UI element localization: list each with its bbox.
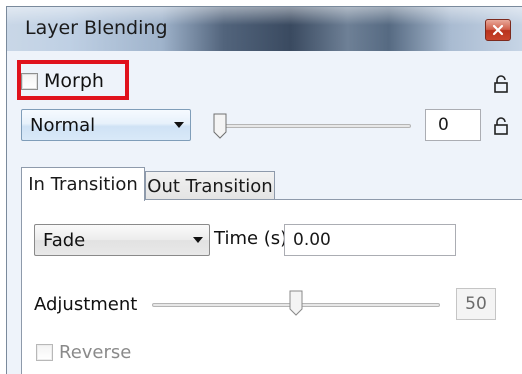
in-transition-panel: Fade Time (s) 0.00 Adjustment 50 Reverse: [21, 199, 522, 374]
lock-icon[interactable]: [493, 75, 509, 93]
reverse-label: Reverse: [59, 342, 132, 363]
transition-type-dropdown[interactable]: Fade: [34, 224, 210, 256]
close-button[interactable]: [485, 19, 511, 41]
opacity-slider-thumb[interactable]: [213, 113, 227, 139]
time-input[interactable]: 0.00: [284, 224, 456, 256]
time-value: 0.00: [293, 230, 331, 250]
chevron-down-icon: [168, 122, 190, 128]
tab-label: Out Transition: [147, 176, 273, 197]
blend-mode-value: Normal: [30, 114, 96, 136]
adjustment-label: Adjustment: [34, 294, 138, 315]
adjustment-slider-thumb[interactable]: [289, 290, 303, 316]
morph-checkbox[interactable]: [21, 72, 38, 90]
dialog-body: Morph Normal 0 In Transition Out Transit…: [7, 51, 522, 374]
adjustment-value-field: 50: [456, 288, 496, 320]
opacity-slider-track[interactable]: [215, 124, 411, 128]
layer-blending-window: Layer Blending Morph Normal 0 In Transit…: [6, 6, 522, 374]
morph-checkbox-row[interactable]: Morph: [21, 65, 104, 97]
reverse-checkbox-row: Reverse: [36, 342, 131, 363]
opacity-value: 0: [438, 115, 449, 135]
opacity-value-field[interactable]: 0: [425, 109, 481, 141]
blend-mode-dropdown[interactable]: Normal: [21, 109, 191, 141]
tab-out-transition[interactable]: Out Transition: [145, 171, 275, 201]
tab-in-transition[interactable]: In Transition: [21, 167, 145, 201]
adjustment-value: 50: [465, 294, 487, 314]
time-label: Time (s): [214, 228, 288, 249]
transition-type-value: Fade: [43, 229, 86, 251]
title-bar[interactable]: Layer Blending: [7, 7, 522, 51]
window-title: Layer Blending: [25, 17, 168, 39]
lock-icon[interactable]: [493, 117, 509, 135]
close-icon: [492, 24, 504, 36]
chevron-down-icon: [187, 237, 209, 243]
morph-label: Morph: [44, 70, 104, 92]
tab-label: In Transition: [28, 174, 138, 195]
reverse-checkbox: [36, 344, 53, 361]
